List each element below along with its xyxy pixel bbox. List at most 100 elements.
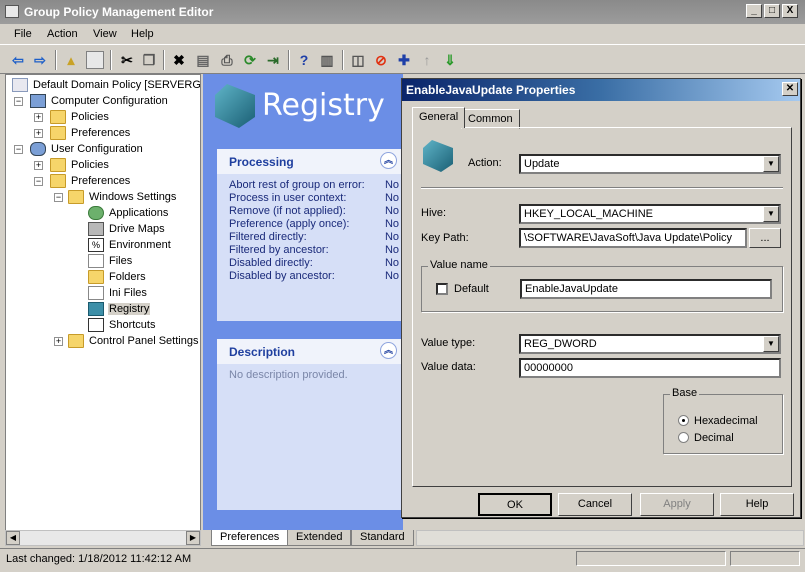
tree-root[interactable]: Default Domain Policy [SERVERGE0 — [12, 77, 200, 93]
tree-user-preferences[interactable]: Preferences — [50, 173, 131, 189]
show-hide-tree-icon[interactable] — [86, 51, 104, 69]
collapse-icon[interactable]: − — [14, 145, 23, 154]
help-icon[interactable]: ? — [295, 51, 313, 69]
chevron-down-icon[interactable]: ▼ — [763, 156, 779, 172]
refresh-icon[interactable]: ⟳ — [241, 51, 259, 69]
help-button[interactable]: Help — [720, 493, 794, 516]
tree-applications[interactable]: Applications — [88, 205, 169, 221]
tree-control-panel-settings[interactable]: Control Panel Settings — [68, 333, 199, 349]
collapse-icon[interactable]: − — [14, 97, 23, 106]
menu-view[interactable]: View — [93, 28, 117, 40]
close-button[interactable]: X — [782, 4, 798, 18]
move-up-icon[interactable]: ↑ — [418, 51, 436, 69]
tab-common[interactable]: Common — [461, 109, 520, 129]
add-icon[interactable]: ✚ — [395, 51, 413, 69]
description-header: Description ︽ — [217, 339, 403, 364]
expand-icon[interactable]: + — [34, 129, 43, 138]
decimal-radio[interactable] — [678, 432, 689, 443]
key-path-input[interactable]: \SOFTWARE\JavaSoft\Java Update\Policy — [519, 228, 747, 248]
menu-action[interactable]: Action — [47, 28, 78, 40]
folder-icon — [88, 270, 104, 284]
row-label: Filtered directly: — [229, 231, 307, 243]
tree-user-policies[interactable]: Policies — [50, 157, 110, 173]
tab-general[interactable]: General — [412, 107, 466, 128]
cut-icon[interactable]: ✂ — [118, 51, 136, 69]
main-horizontal-scrollbar[interactable] — [416, 530, 804, 546]
tab-extended[interactable]: Extended — [287, 530, 352, 546]
tree-ini-files[interactable]: Ini Files — [88, 285, 148, 301]
value-type-value: REG_DWORD — [524, 338, 597, 350]
expand-icon[interactable]: + — [34, 161, 43, 170]
tree-label: Environment — [109, 239, 171, 251]
tab-standard[interactable]: Standard — [351, 530, 414, 546]
collapse-icon[interactable]: − — [34, 177, 43, 186]
tree-computer-preferences[interactable]: Preferences — [50, 125, 131, 141]
back-arrow-icon[interactable]: ⇦ — [9, 51, 27, 69]
tree-label: Shortcuts — [109, 319, 156, 331]
hive-select[interactable]: HKEY_LOCAL_MACHINE ▼ — [519, 204, 781, 224]
tree-computer-policies[interactable]: Policies — [50, 109, 110, 125]
tree-drive-maps[interactable]: Drive Maps — [88, 221, 166, 237]
tree-folders[interactable]: Folders — [88, 269, 147, 285]
row-value: No — [384, 244, 399, 256]
forward-arrow-icon[interactable]: ⇨ — [31, 51, 49, 69]
collapse-icon[interactable]: − — [54, 193, 63, 202]
tree-label: Files — [109, 255, 133, 267]
chevron-down-icon[interactable]: ▼ — [763, 206, 779, 222]
tree-registry[interactable]: Registry — [88, 301, 151, 317]
tree-environment[interactable]: % Environment — [88, 237, 172, 253]
menu-file[interactable]: File — [14, 28, 32, 40]
menu-help[interactable]: Help — [131, 28, 154, 40]
processing-box: Processing ︽ Abort rest of group on error… — [217, 149, 403, 321]
user-icon — [30, 142, 46, 156]
browse-button[interactable]: ... — [749, 228, 781, 248]
page-icon[interactable]: ◫ — [349, 51, 367, 69]
print-icon[interactable]: ⎙ — [218, 51, 236, 69]
tree-windows-settings[interactable]: Windows Settings — [68, 189, 177, 205]
value-name-input[interactable]: EnableJavaUpdate — [520, 279, 772, 299]
divider — [421, 187, 783, 189]
value-data-label: Value data: — [421, 361, 476, 373]
properties-icon[interactable]: ▤ — [194, 51, 212, 69]
collapse-chevron-icon[interactable]: ︽ — [380, 152, 397, 169]
scroll-right-icon[interactable]: ▶ — [186, 531, 200, 545]
dialog-close-button[interactable]: ✕ — [782, 82, 798, 96]
action-label: Action: — [468, 157, 502, 169]
apply-button[interactable]: Apply — [640, 493, 714, 516]
tree-label: Registry — [108, 303, 151, 315]
tree-files[interactable]: Files — [88, 253, 133, 269]
ok-button[interactable]: OK — [478, 493, 552, 516]
tab-preferences[interactable]: Preferences — [211, 530, 289, 546]
value-type-select[interactable]: REG_DWORD ▼ — [519, 334, 781, 354]
value-data-input[interactable]: 00000000 — [519, 358, 781, 378]
tree-label: Policies — [71, 159, 109, 171]
restore-button[interactable]: □ — [764, 4, 780, 18]
delete-icon[interactable]: ✖ — [170, 51, 188, 69]
hive-value: HKEY_LOCAL_MACHINE — [524, 208, 653, 220]
export-icon[interactable]: ⇥ — [264, 51, 282, 69]
hexadecimal-radio[interactable] — [678, 415, 689, 426]
expand-icon[interactable]: + — [54, 337, 63, 346]
move-down-icon[interactable]: ⇓ — [441, 51, 459, 69]
view-icon[interactable]: ▥ — [318, 51, 336, 69]
scroll-left-icon[interactable]: ◀ — [6, 531, 20, 545]
collapse-chevron-icon[interactable]: ︽ — [380, 342, 397, 359]
stop-icon[interactable]: ⊘ — [372, 51, 390, 69]
tree-user-configuration[interactable]: User Configuration — [30, 141, 144, 157]
minimize-button[interactable]: _ — [746, 4, 762, 18]
processing-row: Filtered by ancestor: No — [229, 244, 399, 256]
cancel-button[interactable]: Cancel — [558, 493, 632, 516]
file-icon — [88, 254, 104, 268]
up-folder-icon[interactable]: ▴ — [62, 51, 80, 69]
tree-computer-configuration[interactable]: Computer Configuration — [30, 93, 169, 109]
action-select[interactable]: Update ▼ — [519, 154, 781, 174]
expand-icon[interactable]: + — [34, 113, 43, 122]
tree-shortcuts[interactable]: Shortcuts — [88, 317, 156, 333]
row-value: No — [384, 179, 399, 191]
chevron-down-icon[interactable]: ▼ — [763, 336, 779, 352]
default-checkbox[interactable] — [436, 283, 448, 295]
tree-horizontal-scrollbar[interactable]: ◀ ▶ — [5, 530, 201, 546]
copy-icon[interactable]: ❐ — [140, 51, 158, 69]
row-label: Process in user context: — [229, 192, 347, 204]
row-label: Disabled directly: — [229, 257, 313, 269]
